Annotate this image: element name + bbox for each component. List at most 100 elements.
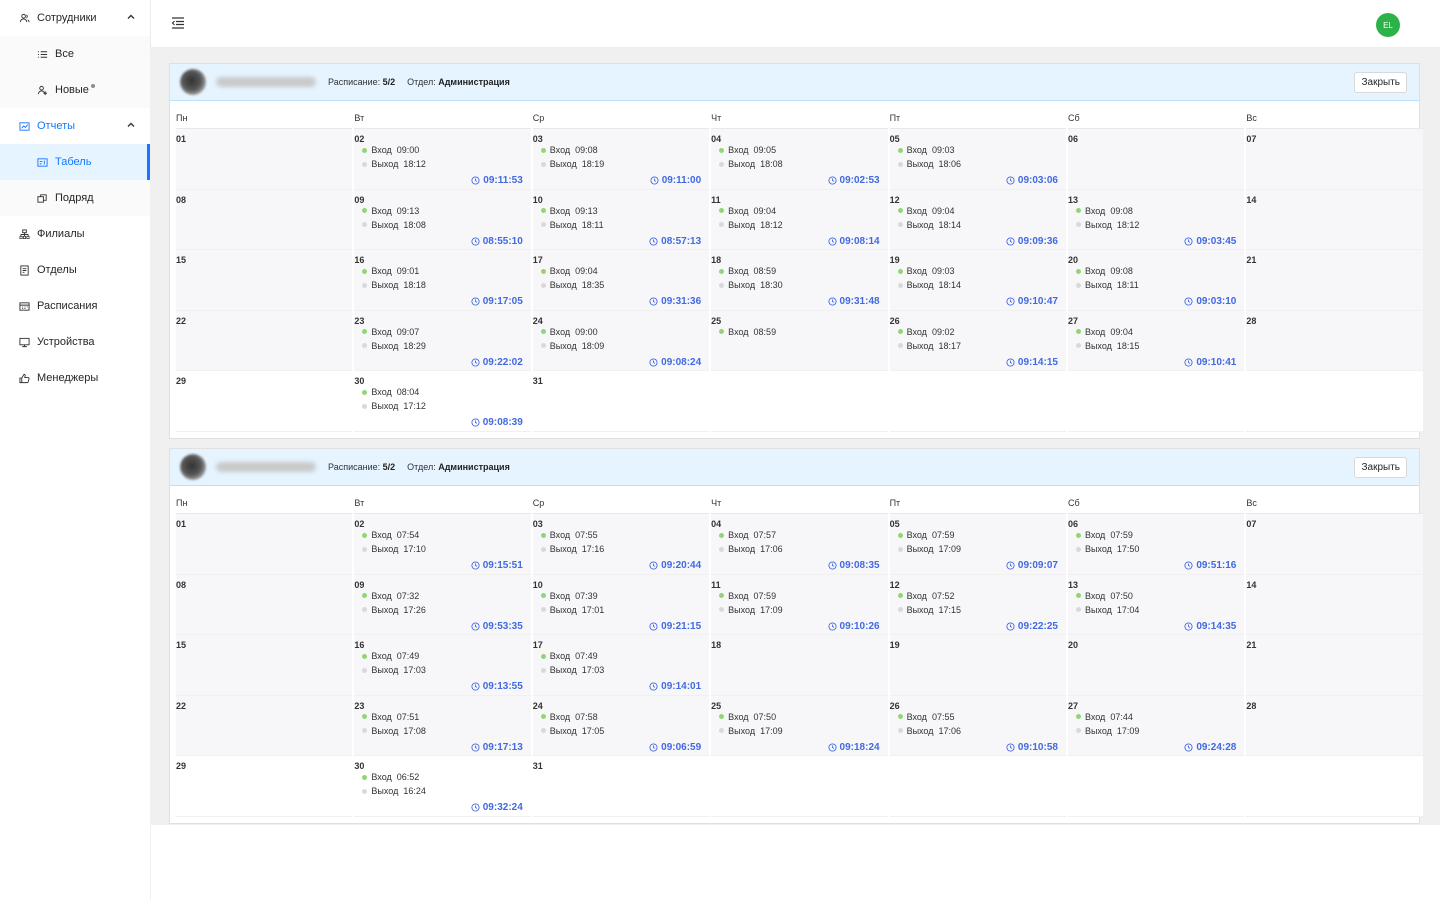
check-out-time: 17:09 [1116, 725, 1140, 736]
calendar-day-cell[interactable]: 01 [176, 514, 353, 575]
calendar-day-cell[interactable]: 20 [1067, 635, 1245, 696]
calendar-day-cell[interactable]: 26 Вход 07:55 Выход 17:06 09:10:58 [889, 695, 1066, 756]
calendar-day-cell[interactable]: 28 [1246, 695, 1423, 756]
sidebar-item-timesheet[interactable]: Табель [0, 144, 150, 180]
calendar-day-cell[interactable]: 07 [1246, 514, 1423, 575]
sidebar-item-all[interactable]: Все [0, 36, 150, 72]
calendar-day-cell[interactable]: 13 Вход 07:50 Выход 17:04 09:14:35 [1067, 574, 1245, 635]
day-number: 22 [176, 700, 187, 711]
calendar-day-cell[interactable]: 19 Вход 09:03 Выход 18:14 09:10:47 [889, 250, 1066, 311]
check-in-row: Вход 08:04 [362, 387, 419, 397]
calendar-day-cell[interactable]: 11 Вход 09:04 Выход 18:12 09:08:14 [711, 189, 888, 250]
calendar-day-cell[interactable]: 10 Вход 09:13 Выход 18:11 08:57:13 [532, 189, 710, 250]
check-out-row: Выход 18:18 [362, 280, 426, 290]
calendar-day-cell[interactable]: 25 Вход 07:50 Выход 17:09 09:18:24 [711, 695, 888, 756]
calendar-day-cell[interactable]: 03 Вход 09:08 Выход 18:19 09:11:00 [532, 129, 710, 190]
calendar-day-cell[interactable]: 11 Вход 07:59 Выход 17:09 09:10:26 [711, 574, 888, 635]
calendar-day-cell[interactable]: 16 Вход 07:49 Выход 17:03 09:13:55 [354, 635, 531, 696]
calendar-day-cell[interactable]: 25 Вход 08:59 [711, 310, 888, 371]
sidebar-item-contract[interactable]: Подряд [0, 180, 150, 216]
calendar-day-cell[interactable]: 27 Вход 09:04 Выход 18:15 09:10:41 [1067, 310, 1245, 371]
sidebar-item-new[interactable]: Новые [0, 72, 150, 108]
calendar-day-cell[interactable]: 22 [176, 310, 353, 371]
close-button[interactable]: Закрыть [1354, 457, 1407, 478]
day-number: 28 [1246, 315, 1257, 326]
sidebar-item-devices[interactable]: Устройства [0, 324, 150, 360]
check-out-label: Выход [728, 280, 756, 290]
check-out-time: 18:17 [938, 340, 962, 351]
calendar-day-cell[interactable]: 03 Вход 07:55 Выход 17:16 09:20:44 [532, 514, 710, 575]
calendar-day-cell[interactable]: 13 Вход 09:08 Выход 18:12 09:03:45 [1067, 189, 1245, 250]
check-in-dot [719, 208, 725, 213]
check-in-label: Вход [371, 266, 392, 276]
calendar-day-cell[interactable]: 21 [1246, 635, 1423, 696]
calendar-day-cell[interactable]: 09 Вход 07:32 Выход 17:26 09:53:35 [354, 574, 531, 635]
sidebar-item-schedules[interactable]: Расписания [0, 288, 150, 324]
calendar-day-cell[interactable]: 29 [176, 756, 353, 817]
calendar-day-cell[interactable]: 05 Вход 07:59 Выход 17:09 09:09:07 [889, 514, 1066, 575]
calendar-day-cell[interactable]: 26 Вход 09:02 Выход 18:17 09:14:15 [889, 310, 1066, 371]
calendar-day-cell[interactable]: 28 [1246, 310, 1423, 371]
day-number: 13 [1067, 194, 1078, 205]
calendar-day-cell[interactable]: 23 Вход 09:07 Выход 18:29 09:22:02 [354, 310, 531, 371]
check-out-dot [540, 546, 546, 552]
calendar-day-cell[interactable]: 17 Вход 09:04 Выход 18:35 09:31:36 [532, 250, 710, 311]
sidebar-item-branches[interactable]: Филиалы [0, 216, 150, 252]
calendar-day-cell[interactable]: 30 Вход 08:04 Выход 17:12 09:08:39 [354, 371, 531, 432]
calendar-day-cell[interactable]: 09 Вход 09:13 Выход 18:08 08:55:10 [354, 189, 531, 250]
check-out-dot [1075, 546, 1081, 552]
calendar-day-cell[interactable]: 01 [176, 129, 353, 190]
calendar-day-cell[interactable]: 20 Вход 09:08 Выход 18:11 09:03:10 [1067, 250, 1245, 311]
calendar-day-cell[interactable]: 30 Вход 06:52 Выход 16:24 09:32:24 [354, 756, 531, 817]
check-in-time: 06:52 [396, 772, 420, 782]
user-avatar[interactable]: EL [1376, 13, 1400, 37]
day-number: 17 [532, 255, 543, 265]
calendar-day-cell[interactable]: 29 [176, 371, 353, 432]
calendar-day-cell[interactable]: 15 [176, 635, 353, 696]
check-out-row: Выход 17:16 [540, 544, 604, 554]
calendar-day-cell[interactable]: 27 Вход 07:44 Выход 17:09 09:24:28 [1067, 695, 1245, 756]
calendar-day-cell[interactable]: 02 Вход 09:00 Выход 18:12 09:11:53 [354, 129, 531, 190]
calendar-day-cell[interactable]: 18 Вход 08:59 Выход 18:30 09:31:48 [711, 250, 888, 311]
check-out-row: Выход 18:08 [362, 220, 426, 230]
sidebar-item-label: Расписания [37, 300, 98, 312]
calendar-day-cell[interactable]: 31 [532, 371, 710, 432]
calendar-day-cell[interactable]: 16 Вход 09:01 Выход 18:18 09:17:05 [354, 250, 531, 311]
duration-value: 09:17:05 [482, 296, 523, 307]
calendar-day-cell[interactable]: 17 Вход 07:49 Выход 17:03 09:14:01 [532, 635, 710, 696]
calendar-day-cell[interactable]: 04 Вход 09:05 Выход 18:08 09:02:53 [711, 129, 888, 190]
calendar-day-cell[interactable]: 14 [1246, 574, 1423, 635]
calendar-day-cell[interactable]: 31 [532, 756, 710, 817]
sidebar-item-departments[interactable]: Отделы [0, 252, 150, 288]
check-in-row: Вход 09:00 [362, 145, 419, 155]
calendar-day-cell[interactable]: 02 Вход 07:54 Выход 17:10 09:15:51 [354, 514, 531, 575]
sidebar-item-reports[interactable]: Отчеты [0, 108, 150, 144]
check-out-time: 18:35 [581, 280, 605, 290]
calendar-day-cell[interactable]: 21 [1246, 250, 1423, 311]
calendar-day-cell[interactable]: 24 Вход 07:58 Выход 17:05 09:06:59 [532, 695, 710, 756]
calendar-day-cell[interactable]: 14 [1246, 189, 1423, 250]
calendar-day-cell[interactable]: 06 Вход 07:59 Выход 17:50 09:51:16 [1067, 514, 1245, 575]
sidebar-item-label: Отделы [37, 264, 77, 276]
menu-fold-icon[interactable] [171, 16, 185, 30]
calendar-day-cell[interactable]: 06 [1067, 129, 1245, 190]
calendar-day-cell[interactable]: 12 Вход 09:04 Выход 18:14 09:09:36 [889, 189, 1066, 250]
calendar-day-cell[interactable]: 23 Вход 07:51 Выход 17:08 09:17:13 [354, 695, 531, 756]
calendar-day-cell[interactable]: 12 Вход 07:52 Выход 17:15 09:22:25 [889, 574, 1066, 635]
sidebar-item-employees[interactable]: Сотрудники [0, 0, 150, 36]
close-button[interactable]: Закрыть [1354, 72, 1407, 93]
calendar-day-cell[interactable]: 08 [176, 574, 353, 635]
calendar-day-cell[interactable]: 07 [1246, 129, 1423, 190]
calendar-day-cell[interactable]: 18 [711, 635, 888, 696]
calendar-day-cell[interactable]: 04 Вход 07:57 Выход 17:06 09:08:35 [711, 514, 888, 575]
calendar-day-cell[interactable]: 24 Вход 09:00 Выход 18:09 09:08:24 [532, 310, 710, 371]
weekday-header: Ср [532, 486, 710, 514]
check-out-time: 17:15 [938, 604, 962, 615]
calendar-day-cell[interactable]: 08 [176, 189, 353, 250]
calendar-day-cell[interactable]: 15 [176, 250, 353, 311]
calendar-day-cell[interactable]: 22 [176, 695, 353, 756]
calendar-day-cell[interactable]: 19 [889, 635, 1066, 696]
sidebar-item-managers[interactable]: Менеджеры [0, 360, 150, 396]
calendar-day-cell[interactable]: 05 Вход 09:03 Выход 18:06 09:03:06 [889, 129, 1066, 190]
calendar-day-cell[interactable]: 10 Вход 07:39 Выход 17:01 09:21:15 [532, 574, 710, 635]
